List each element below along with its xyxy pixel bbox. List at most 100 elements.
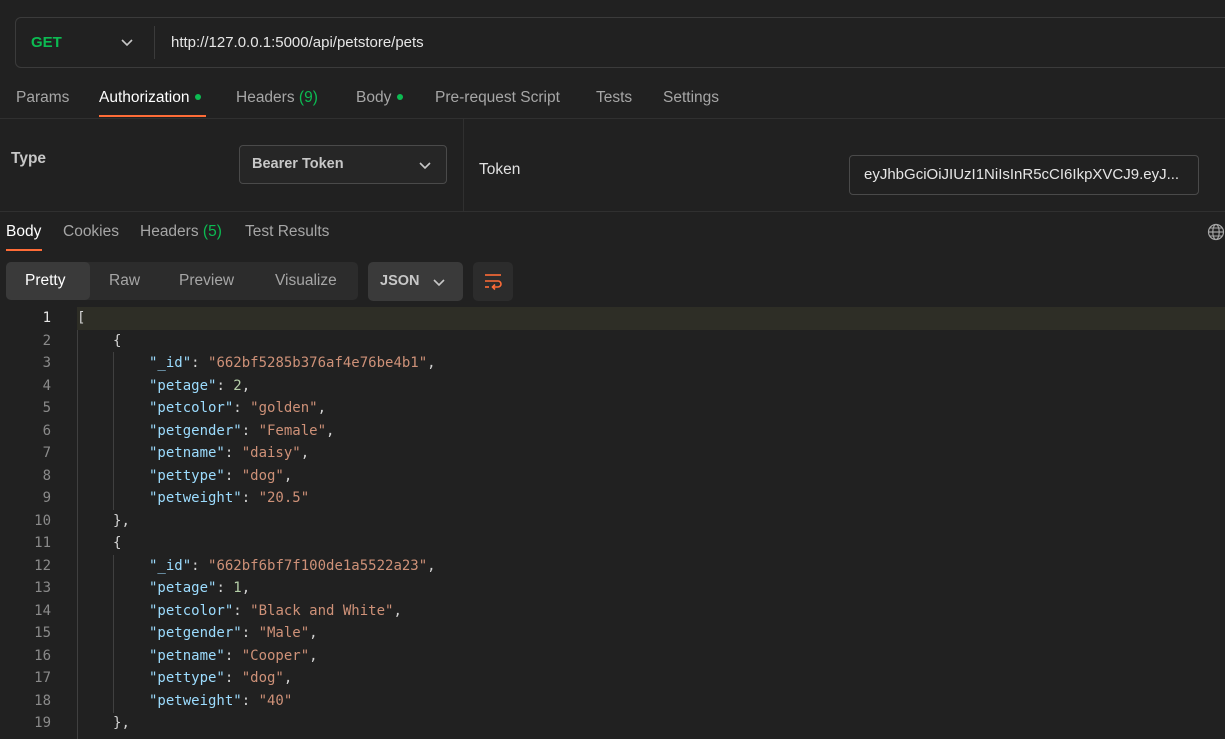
view-pretty-button[interactable]: Pretty (25, 262, 65, 300)
json-value: "dog" (241, 467, 284, 484)
panel-divider (463, 119, 464, 211)
line-number: 8 (42, 467, 51, 484)
code-line: [ (77, 307, 85, 330)
code-line: "petname": "Cooper", (149, 647, 318, 664)
tab-authorization[interactable]: Authorization (99, 88, 202, 108)
line-number: 1 (42, 310, 51, 326)
modified-dot-icon (195, 93, 202, 100)
line-number: 19 (34, 715, 51, 731)
code-line: "petweight": "20.5" (149, 490, 310, 506)
json-bracket: { (113, 535, 122, 551)
indent-guide (113, 555, 114, 713)
code-line: }, (113, 715, 130, 731)
url-bar: GET http://127.0.0.1:5000/api/petstore/p… (15, 17, 1225, 68)
tab-label: Test Results (245, 223, 330, 240)
view-raw-button[interactable]: Raw (109, 262, 140, 300)
line-number: 2 (42, 332, 51, 349)
view-visualize-button[interactable]: Visualize (275, 262, 337, 300)
tab-body[interactable]: Body (356, 88, 404, 108)
tab-pre-request-script[interactable]: Pre-request Script (435, 88, 560, 108)
code-line: "petweight": "40" (149, 692, 293, 709)
auth-type-select[interactable]: Bearer Token (239, 145, 447, 184)
response-tab-cookies[interactable]: Cookies (63, 222, 119, 242)
view-preview-button[interactable]: Preview (179, 262, 234, 300)
tab-tests[interactable]: Tests (596, 88, 632, 108)
tab-headers[interactable]: Headers (9) (236, 88, 318, 108)
auth-type-value: Bearer Token (252, 156, 344, 172)
json-bracket: { (113, 332, 122, 349)
line-number: 10 (34, 512, 51, 529)
format-value: JSON (380, 273, 420, 289)
json-key: "petgender" (149, 422, 242, 439)
line-number: 5 (42, 400, 51, 416)
modified-dot-icon (397, 93, 404, 100)
line-number: 13 (34, 580, 51, 596)
response-tab-headers[interactable]: Headers (5) (140, 222, 222, 242)
line-number: 7 (42, 445, 51, 461)
json-value: "Male" (258, 625, 310, 641)
line-number: 14 (34, 602, 51, 619)
json-key: "petname" (149, 445, 225, 461)
response-tab-test-results[interactable]: Test Results (245, 222, 329, 242)
token-label: Token (479, 161, 521, 178)
url-input[interactable]: http://127.0.0.1:5000/api/petstore/pets (171, 18, 424, 67)
line-number: 17 (34, 670, 51, 686)
json-value: "golden" (250, 400, 318, 416)
headers-count: (9) (298, 89, 318, 106)
code-line: { (113, 330, 121, 353)
active-tab-indicator (99, 115, 206, 117)
line-number: 16 (34, 647, 51, 664)
code-line: "petgender": "Male", (149, 625, 318, 641)
tab-label: Body (356, 89, 392, 106)
code-line: "pettype": "dog", (149, 467, 293, 484)
tab-settings[interactable]: Settings (663, 88, 719, 108)
indent-guide (113, 352, 114, 510)
json-value: "dog" (241, 670, 284, 686)
line-number: 9 (42, 490, 51, 506)
json-value: "662bf6bf7f100de1a5522a23" (208, 557, 428, 574)
code-line: { (113, 532, 121, 555)
line-number: 18 (34, 692, 51, 709)
line-number: 15 (34, 625, 51, 641)
auth-type-label: Type (11, 150, 47, 167)
token-value: eyJhbGciOiJIUzI1NiIsInR5cCI6IkpXVCJ9.eyJ… (864, 166, 1180, 183)
chevron-down-icon (419, 162, 431, 170)
json-value: "Female" (258, 422, 327, 439)
code-line: "petcolor": "Black and White", (149, 602, 402, 619)
json-value: 2 (233, 377, 242, 394)
json-value: "20.5" (258, 490, 310, 506)
json-value: "daisy" (241, 445, 301, 461)
json-value: "40" (258, 692, 293, 709)
tab-params[interactable]: Params (16, 88, 69, 108)
code-line: "petage": 2, (149, 377, 251, 394)
json-key: "petage" (149, 377, 217, 394)
divider (0, 211, 1225, 212)
json-key: "_id" (149, 355, 192, 371)
tab-label: Headers (140, 223, 199, 240)
token-input[interactable]: eyJhbGciOiJIUzI1NiIsInR5cCI6IkpXVCJ9.eyJ… (849, 155, 1199, 195)
headers-count: (5) (202, 223, 222, 240)
code-line: "petage": 1, (149, 580, 251, 596)
globe-icon[interactable] (1207, 223, 1225, 241)
tab-label: Cookies (63, 223, 119, 240)
json-value: "Cooper" (241, 647, 310, 664)
view-mode-group: Pretty Raw Preview Visualize (6, 262, 358, 300)
line-number: 3 (42, 355, 51, 371)
json-value: 1 (233, 580, 242, 596)
json-key: "_id" (149, 557, 192, 574)
divider (0, 118, 1225, 119)
tab-label: Pre-request Script (435, 89, 560, 106)
method-select[interactable]: GET (31, 18, 62, 67)
tab-label: Body (6, 223, 42, 240)
wrap-lines-button[interactable] (473, 262, 513, 301)
indent-guide (77, 330, 78, 739)
chevron-down-icon[interactable] (120, 35, 134, 49)
chevron-down-icon (433, 279, 445, 287)
line-number: 11 (34, 535, 51, 551)
format-select[interactable]: JSON (368, 262, 463, 301)
json-key: "petweight" (149, 692, 242, 709)
response-tab-body[interactable]: Body (6, 222, 41, 242)
line-number: 4 (42, 377, 51, 394)
line-number: 12 (34, 557, 51, 574)
code-line: "_id": "662bf5285b376af4e76be4b1", (149, 355, 436, 371)
